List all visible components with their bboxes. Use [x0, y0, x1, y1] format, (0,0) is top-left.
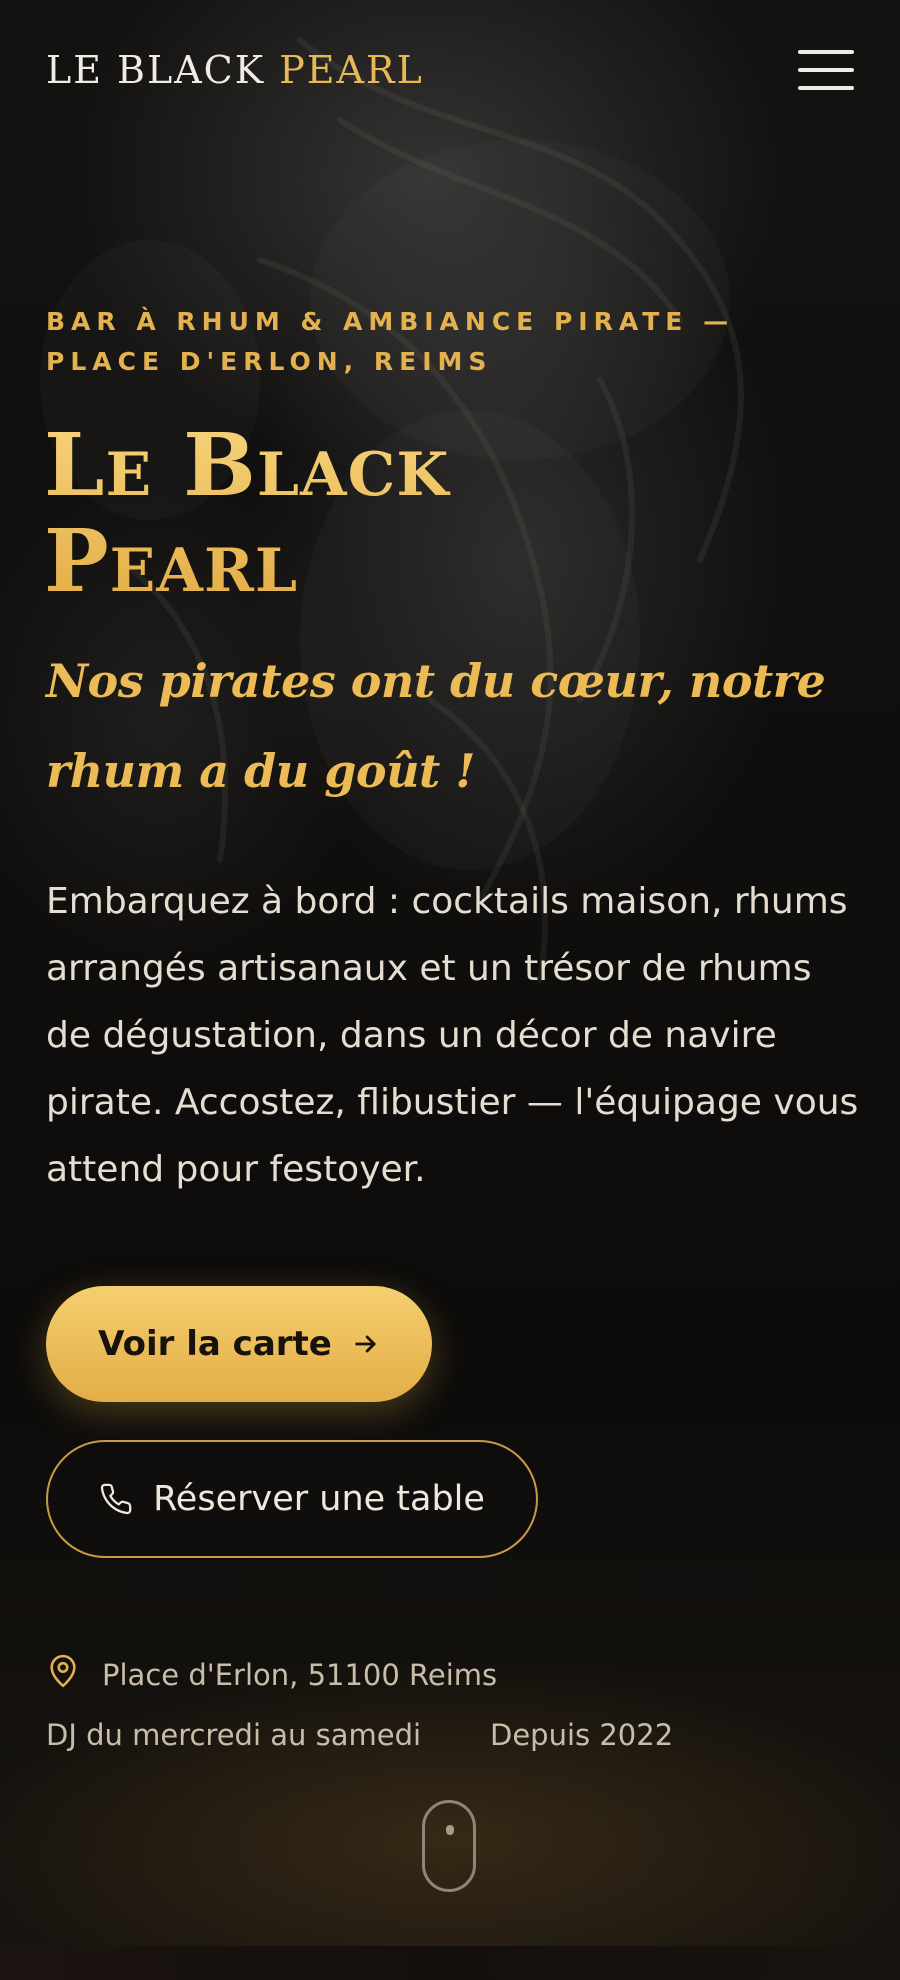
- next-section-edge: [0, 1946, 900, 1980]
- address-info: Place d'Erlon, 51100 Reims: [46, 1652, 497, 1697]
- phone-icon: [99, 1482, 133, 1516]
- brand-name-part1: LE BLACK: [46, 48, 266, 92]
- address-text: Place d'Erlon, 51100 Reims: [102, 1657, 498, 1692]
- view-menu-button[interactable]: Voir la carte: [46, 1286, 432, 1402]
- arrow-right-icon: [352, 1330, 380, 1358]
- dj-schedule: DJ du mercredi au samedi: [46, 1718, 422, 1752]
- site-header: LE BLACK PEARL: [46, 44, 854, 100]
- eyebrow-line-2: PLACE D'ERLON, REIMS: [46, 347, 493, 376]
- menu-bar: [798, 68, 854, 72]
- hero-title-line-1: Le Black: [44, 415, 450, 516]
- eyebrow-line-1: BAR À RHUM & AMBIANCE PIRATE —: [46, 307, 735, 336]
- hamburger-menu-icon[interactable]: [798, 50, 854, 92]
- hero-page: LE BLACK PEARL BAR À RHUM & AMBIANCE PIR…: [0, 0, 900, 1980]
- established-year: Depuis 2022: [490, 1718, 674, 1752]
- map-pin-icon: [46, 1652, 80, 1697]
- book-table-label: Réserver une table: [153, 1479, 485, 1519]
- brand-name-part2: PEARL: [279, 48, 424, 92]
- book-table-button[interactable]: Réserver une table: [46, 1440, 538, 1558]
- hero-title: Le Black Pearl: [44, 418, 824, 610]
- hero-eyebrow: BAR À RHUM & AMBIANCE PIRATE — PLACE D'E…: [46, 302, 846, 382]
- menu-bar: [798, 50, 854, 54]
- scroll-wheel-dot: [446, 1825, 454, 1835]
- brand-logo[interactable]: LE BLACK PEARL: [46, 48, 424, 92]
- menu-bar: [798, 86, 854, 90]
- hero-tagline: Nos pirates ont du cœur, notre rhum a du…: [46, 654, 826, 798]
- view-menu-label: Voir la carte: [98, 1324, 332, 1364]
- hero-description: Embarquez à bord : cocktails maison, rhu…: [46, 881, 859, 1190]
- scroll-mouse-icon[interactable]: [422, 1800, 476, 1892]
- hero-title-line-2: Pearl: [44, 511, 299, 612]
